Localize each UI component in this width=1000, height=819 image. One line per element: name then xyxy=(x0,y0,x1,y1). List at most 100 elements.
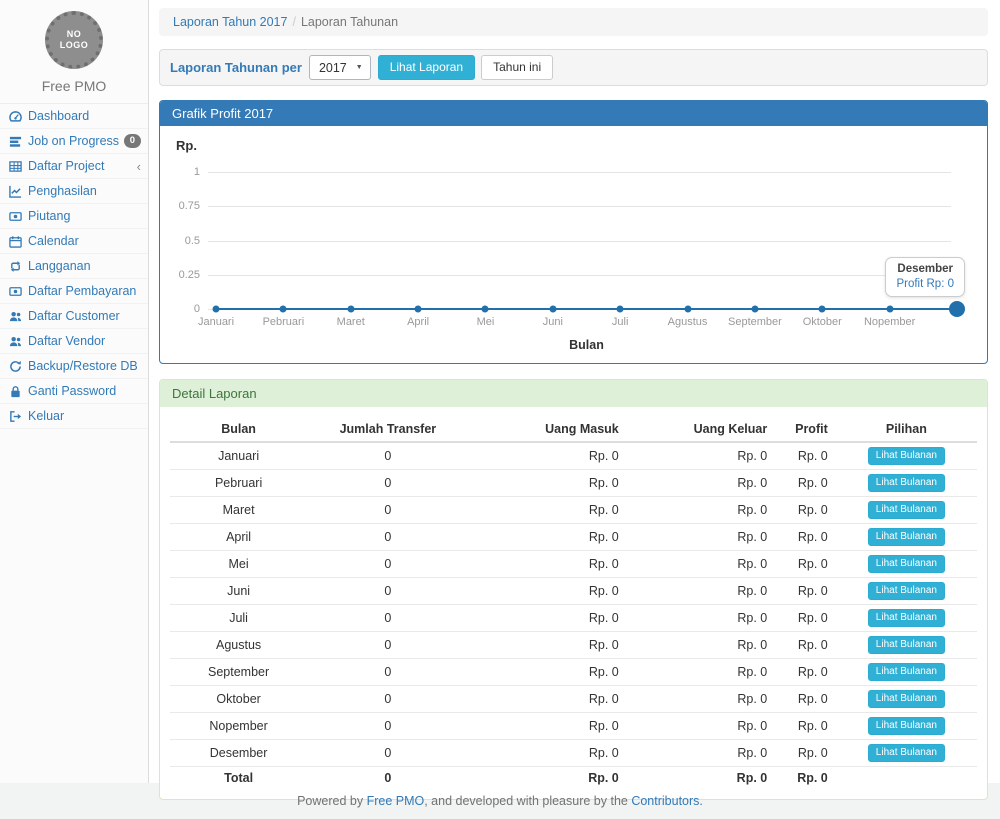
lihat-bulanan-button[interactable]: Lihat Bulanan xyxy=(868,717,945,735)
breadcrumb: Laporan Tahun 2017/Laporan Tahunan xyxy=(159,8,988,36)
lihat-bulanan-button[interactable]: Lihat Bulanan xyxy=(868,663,945,681)
cell-profit: Rp. 0 xyxy=(775,632,836,659)
sidebar-item-label: Daftar Pembayaran xyxy=(28,283,141,299)
breadcrumb-link-laporan-tahun[interactable]: Laporan Tahun 2017 xyxy=(173,15,287,29)
footer-link-free-pmo[interactable]: Free PMO xyxy=(367,794,425,808)
table-total-row: Total0Rp. 0Rp. 0Rp. 0 xyxy=(170,767,977,790)
chart-point-oktober[interactable] xyxy=(819,306,826,313)
cell-profit: Rp. 0 xyxy=(775,551,836,578)
cell-bulan: April xyxy=(170,524,307,551)
y-axis-tick: 0.5 xyxy=(160,235,200,247)
cell-uang_keluar: Rp. 0 xyxy=(627,442,775,470)
chart-point-september[interactable] xyxy=(751,306,758,313)
cell-uang_keluar: Rp. 0 xyxy=(627,497,775,524)
cell-profit: Rp. 0 xyxy=(775,659,836,686)
tahun-ini-button[interactable]: Tahun ini xyxy=(481,55,553,80)
cell-uang_keluar: Rp. 0 xyxy=(627,605,775,632)
cell-jumlah_transfer: 0 xyxy=(307,740,468,767)
cell-pilihan: Lihat Bulanan xyxy=(836,740,977,767)
cell-profit: Rp. 0 xyxy=(775,767,836,790)
chart-point-desember[interactable] xyxy=(949,301,965,317)
cell-jumlah_transfer: 0 xyxy=(307,659,468,686)
cell-uang_keluar: Rp. 0 xyxy=(627,740,775,767)
sidebar-item-daftar-customer[interactable]: Daftar Customer xyxy=(0,304,148,329)
lihat-bulanan-button[interactable]: Lihat Bulanan xyxy=(868,690,945,708)
cell-bulan: Januari xyxy=(170,442,307,470)
sidebar-item-daftar-project[interactable]: Daftar Project‹ xyxy=(0,154,148,179)
lock-icon xyxy=(8,385,23,398)
chart-point-juli[interactable] xyxy=(617,306,624,313)
footer-link-contributors[interactable]: Contributors. xyxy=(631,794,703,808)
sidebar-item-ganti-password[interactable]: Ganti Password xyxy=(0,379,148,404)
dashboard-icon xyxy=(8,110,23,123)
cell-uang_masuk: Rp. 0 xyxy=(469,524,627,551)
sidebar-item-label: Job on Progress xyxy=(28,133,119,149)
cell-uang_keluar: Rp. 0 xyxy=(627,632,775,659)
x-axis-label: Nopember xyxy=(864,316,915,328)
chart-point-mei[interactable] xyxy=(482,306,489,313)
breadcrumb-current: Laporan Tahunan xyxy=(301,15,398,29)
cell-uang_keluar: Rp. 0 xyxy=(627,578,775,605)
lihat-bulanan-button[interactable]: Lihat Bulanan xyxy=(868,582,945,600)
sidebar-item-keluar[interactable]: Keluar xyxy=(0,404,148,429)
sidebar-item-job-on-progress[interactable]: Job on Progress0 xyxy=(0,129,148,154)
detail-panel: Detail Laporan BulanJumlah TransferUang … xyxy=(159,379,988,800)
cell-jumlah_transfer: 0 xyxy=(307,767,468,790)
line-chart-icon xyxy=(8,185,23,198)
sidebar-item-calendar[interactable]: Calendar xyxy=(0,229,148,254)
chart-point-januari[interactable] xyxy=(213,306,220,313)
lihat-bulanan-button[interactable]: Lihat Bulanan xyxy=(868,528,945,546)
logo-text-line2: LOGO xyxy=(60,40,89,51)
chart-point-pebruari[interactable] xyxy=(280,306,287,313)
chart-point-maret[interactable] xyxy=(347,306,354,313)
chart-point-agustus[interactable] xyxy=(684,306,691,313)
cell-uang_keluar: Rp. 0 xyxy=(627,524,775,551)
cell-uang_keluar: Rp. 0 xyxy=(627,470,775,497)
x-axis-label: September xyxy=(728,316,782,328)
table-row: Pebruari0Rp. 0Rp. 0Rp. 0Lihat Bulanan xyxy=(170,470,977,497)
x-axis-label: April xyxy=(407,316,429,328)
sidebar-item-label: Backup/Restore DB xyxy=(28,358,141,374)
sidebar-item-dashboard[interactable]: Dashboard xyxy=(0,104,148,129)
detail-panel-title: Detail Laporan xyxy=(160,380,987,407)
cell-uang_keluar: Rp. 0 xyxy=(627,686,775,713)
sidebar-item-piutang[interactable]: Piutang xyxy=(0,204,148,229)
year-select[interactable]: 2017 ▼ xyxy=(309,55,371,80)
lihat-bulanan-button[interactable]: Lihat Bulanan xyxy=(868,636,945,654)
sidebar-item-label: Daftar Vendor xyxy=(28,333,141,349)
lihat-bulanan-button[interactable]: Lihat Bulanan xyxy=(868,555,945,573)
cell-bulan: Juni xyxy=(170,578,307,605)
sidebar-menu: DashboardJob on Progress0Daftar Project‹… xyxy=(0,103,148,429)
sidebar-item-backup-restore-db[interactable]: Backup/Restore DB xyxy=(0,354,148,379)
cell-pilihan: Lihat Bulanan xyxy=(836,578,977,605)
lihat-bulanan-button[interactable]: Lihat Bulanan xyxy=(868,474,945,492)
money-icon xyxy=(8,210,23,223)
x-axis-title: Bulan xyxy=(569,338,604,352)
lihat-laporan-button[interactable]: Lihat Laporan xyxy=(378,55,475,80)
chart-point-april[interactable] xyxy=(415,306,422,313)
chart-point-juni[interactable] xyxy=(549,306,556,313)
cell-uang_keluar: Rp. 0 xyxy=(627,713,775,740)
year-select-value: 2017 xyxy=(319,61,347,75)
cell-pilihan: Lihat Bulanan xyxy=(836,632,977,659)
lihat-bulanan-button[interactable]: Lihat Bulanan xyxy=(868,609,945,627)
report-table-body: Januari0Rp. 0Rp. 0Rp. 0Lihat BulananPebr… xyxy=(170,442,977,789)
chart-point-nopember[interactable] xyxy=(886,306,893,313)
sidebar-item-penghasilan[interactable]: Penghasilan xyxy=(0,179,148,204)
cell-pilihan: Lihat Bulanan xyxy=(836,470,977,497)
lihat-bulanan-button[interactable]: Lihat Bulanan xyxy=(868,447,945,465)
logo-box: NO LOGO Free PMO xyxy=(0,0,148,103)
lihat-bulanan-button[interactable]: Lihat Bulanan xyxy=(868,744,945,762)
table-row: Mei0Rp. 0Rp. 0Rp. 0Lihat Bulanan xyxy=(170,551,977,578)
logo-text-line1: NO xyxy=(67,29,82,40)
sidebar-item-langganan[interactable]: Langganan xyxy=(0,254,148,279)
sidebar-item-daftar-vendor[interactable]: Daftar Vendor xyxy=(0,329,148,354)
sidebar-item-daftar-pembayaran[interactable]: Daftar Pembayaran xyxy=(0,279,148,304)
cell-jumlah_transfer: 0 xyxy=(307,578,468,605)
cell-uang_masuk: Rp. 0 xyxy=(469,686,627,713)
cell-profit: Rp. 0 xyxy=(775,740,836,767)
cell-bulan: Desember xyxy=(170,740,307,767)
lihat-bulanan-button[interactable]: Lihat Bulanan xyxy=(868,501,945,519)
cell-pilihan: Lihat Bulanan xyxy=(836,442,977,470)
sidebar-item-label: Daftar Project xyxy=(28,158,132,174)
